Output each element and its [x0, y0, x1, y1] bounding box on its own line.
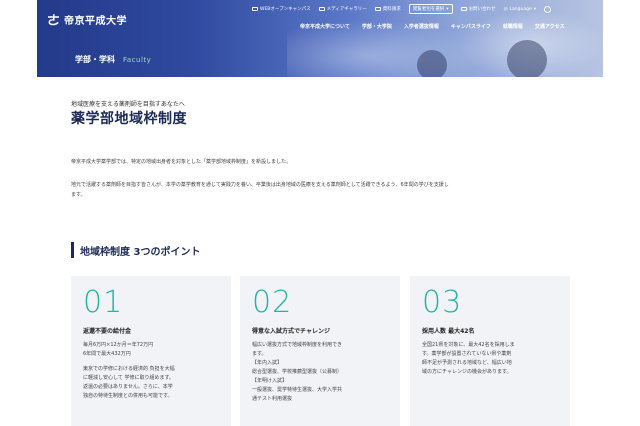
point-text: に軽減し安心して 学修に取り組めます。 — [83, 375, 174, 381]
language-label: Language — [509, 6, 532, 12]
main-nav: 帝京平成大学について 学部・大学院 入学者選抜情報 キャンパスライフ 就職情報 … — [300, 23, 565, 30]
mail-icon — [460, 7, 467, 11]
point-text: 通テスト利用選抜 — [252, 396, 293, 402]
point-heading: 返還不要の給付金 — [83, 328, 132, 335]
globe-icon: ◎ — [503, 6, 508, 12]
hero-figure — [507, 40, 547, 77]
point-text: 6年間で最大432万円 — [83, 351, 131, 357]
point-text: 【年内入試】 — [252, 360, 283, 366]
description-line: 地元で活躍する薬剤師を目指す皆さんが、本学の薬学教育を通じて実践力を養い、卒業後… — [71, 182, 449, 188]
description-paragraph: 地元で活躍する薬剤師を目指す皆さんが、本学の薬学教育を通じて実践力を養い、卒業後… — [71, 180, 571, 200]
point-text: ます。 — [252, 351, 267, 357]
point-card-1: 01 返還不要の給付金 毎月6万円×12か月＝年72万円 6年間で最大432万円… — [71, 276, 231, 426]
point-text: 全国21県を対象に、最大42名を採用しま — [422, 342, 515, 348]
point-text: 一般選抜、奨学特待生選抜、大学入学共 — [252, 387, 343, 393]
point-number: 03 — [422, 285, 463, 320]
section-label: 学部・学科 Faculty — [75, 54, 151, 65]
point-text: 【年明け入試】 — [252, 378, 288, 384]
visitor-select[interactable]: 閲覧者別を選択 ▾ — [408, 4, 453, 14]
point-number: 01 — [83, 285, 124, 320]
point-text: 独自の特待生制度との併用も可能です。 — [83, 393, 173, 399]
language-select[interactable]: ◎ Language ▾ — [504, 7, 536, 12]
logo-mark-icon: ㄜ — [47, 14, 61, 29]
point-text: 域の方にチャレンジの機会があります。 — [422, 369, 512, 375]
description-line: ます。 — [71, 192, 86, 198]
site-logo[interactable]: ㄜ 帝京平成大学 — [47, 10, 127, 29]
point-text: 幅広い選抜方式で地域枠制度を利用でき — [252, 342, 343, 348]
section-accent-bar — [71, 242, 74, 258]
contact-label: お問い合わせ — [468, 7, 496, 12]
point-text: す。薬学部が設置されていない県や薬剤 — [422, 351, 512, 357]
nav-item-campus-life[interactable]: キャンパスライフ — [451, 23, 491, 30]
point-card-3: 03 採用人数 最大42名 全国21県を対象に、最大42名を採用しま す。薬学部… — [410, 276, 570, 426]
hero-figure — [417, 50, 447, 77]
web-campus-link[interactable]: WEBオープンキャンパス — [252, 6, 311, 12]
logo-text: 帝京平成大学 — [64, 16, 128, 27]
point-card-2: 02 得意な入試方式でチャレンジ 幅広い選抜方式で地域枠制度を利用でき ます。 … — [240, 276, 400, 426]
nav-item-about[interactable]: 帝京平成大学について — [300, 23, 350, 30]
nav-item-access[interactable]: 交通アクセス — [535, 23, 565, 30]
point-text: 返還の必要はありません。さらに、本学 — [83, 384, 173, 390]
media-gallery-label: メディアギャラリー — [326, 7, 367, 12]
hero-header: ㄜ 帝京平成大学 WEBオープンキャンパス メディアギャラリー 資料請求 閲覧者… — [37, 0, 603, 77]
point-heading: 採用人数 最大42名 — [422, 328, 475, 335]
nav-item-careers[interactable]: 就職情報 — [503, 23, 523, 30]
page-title: 薬学部地域枠制度 — [71, 111, 187, 127]
media-gallery-link[interactable]: メディアギャラリー — [318, 6, 367, 12]
point-heading: 得意な入試方式でチャレンジ — [252, 328, 330, 335]
web-campus-label: WEBオープンキャンパス — [260, 7, 311, 12]
point-text: 総合型選抜、学校推薦型選抜（公募制） — [252, 369, 343, 375]
nav-item-admissions[interactable]: 入学者選抜情報 — [404, 23, 439, 30]
materials-label: 資料請求 — [382, 7, 401, 12]
visitor-select-label: 閲覧者別を選択 — [412, 7, 445, 12]
point-number: 02 — [252, 285, 293, 320]
contact-link[interactable]: お問い合わせ — [460, 6, 496, 12]
section-title: 地域枠制度 3つのポイント — [80, 247, 201, 258]
chevron-down-icon: ▾ — [533, 6, 536, 12]
point-text: 師不足が予測される地域など、幅広い地 — [422, 360, 512, 366]
point-text: 東京での学修における経済的 負担を大幅 — [83, 366, 175, 372]
materials-link[interactable]: 資料請求 — [374, 6, 401, 12]
camera-icon — [318, 7, 325, 11]
intro-paragraph: 帝京平成大学薬学部では、特定の地域出身者を対象とした「薬学部地域枠制度」を新設し… — [71, 159, 292, 165]
document-icon — [374, 7, 381, 11]
utility-bar: WEBオープンキャンパス メディアギャラリー 資料請求 閲覧者別を選択 ▾ お問… — [252, 4, 551, 14]
section-label-jp: 学部・学科 — [75, 55, 115, 64]
point-text: 毎月6万円×12か月＝年72万円 — [83, 342, 154, 348]
monitor-icon — [252, 7, 258, 11]
page-subtitle: 地域医療を支える薬剤師を目指すあなたへ — [71, 101, 185, 108]
search-icon[interactable] — [543, 5, 551, 13]
section-label-en: Faculty — [123, 56, 152, 64]
nav-item-faculties[interactable]: 学部・大学院 — [362, 23, 392, 30]
chevron-down-icon: ▾ — [446, 6, 449, 12]
